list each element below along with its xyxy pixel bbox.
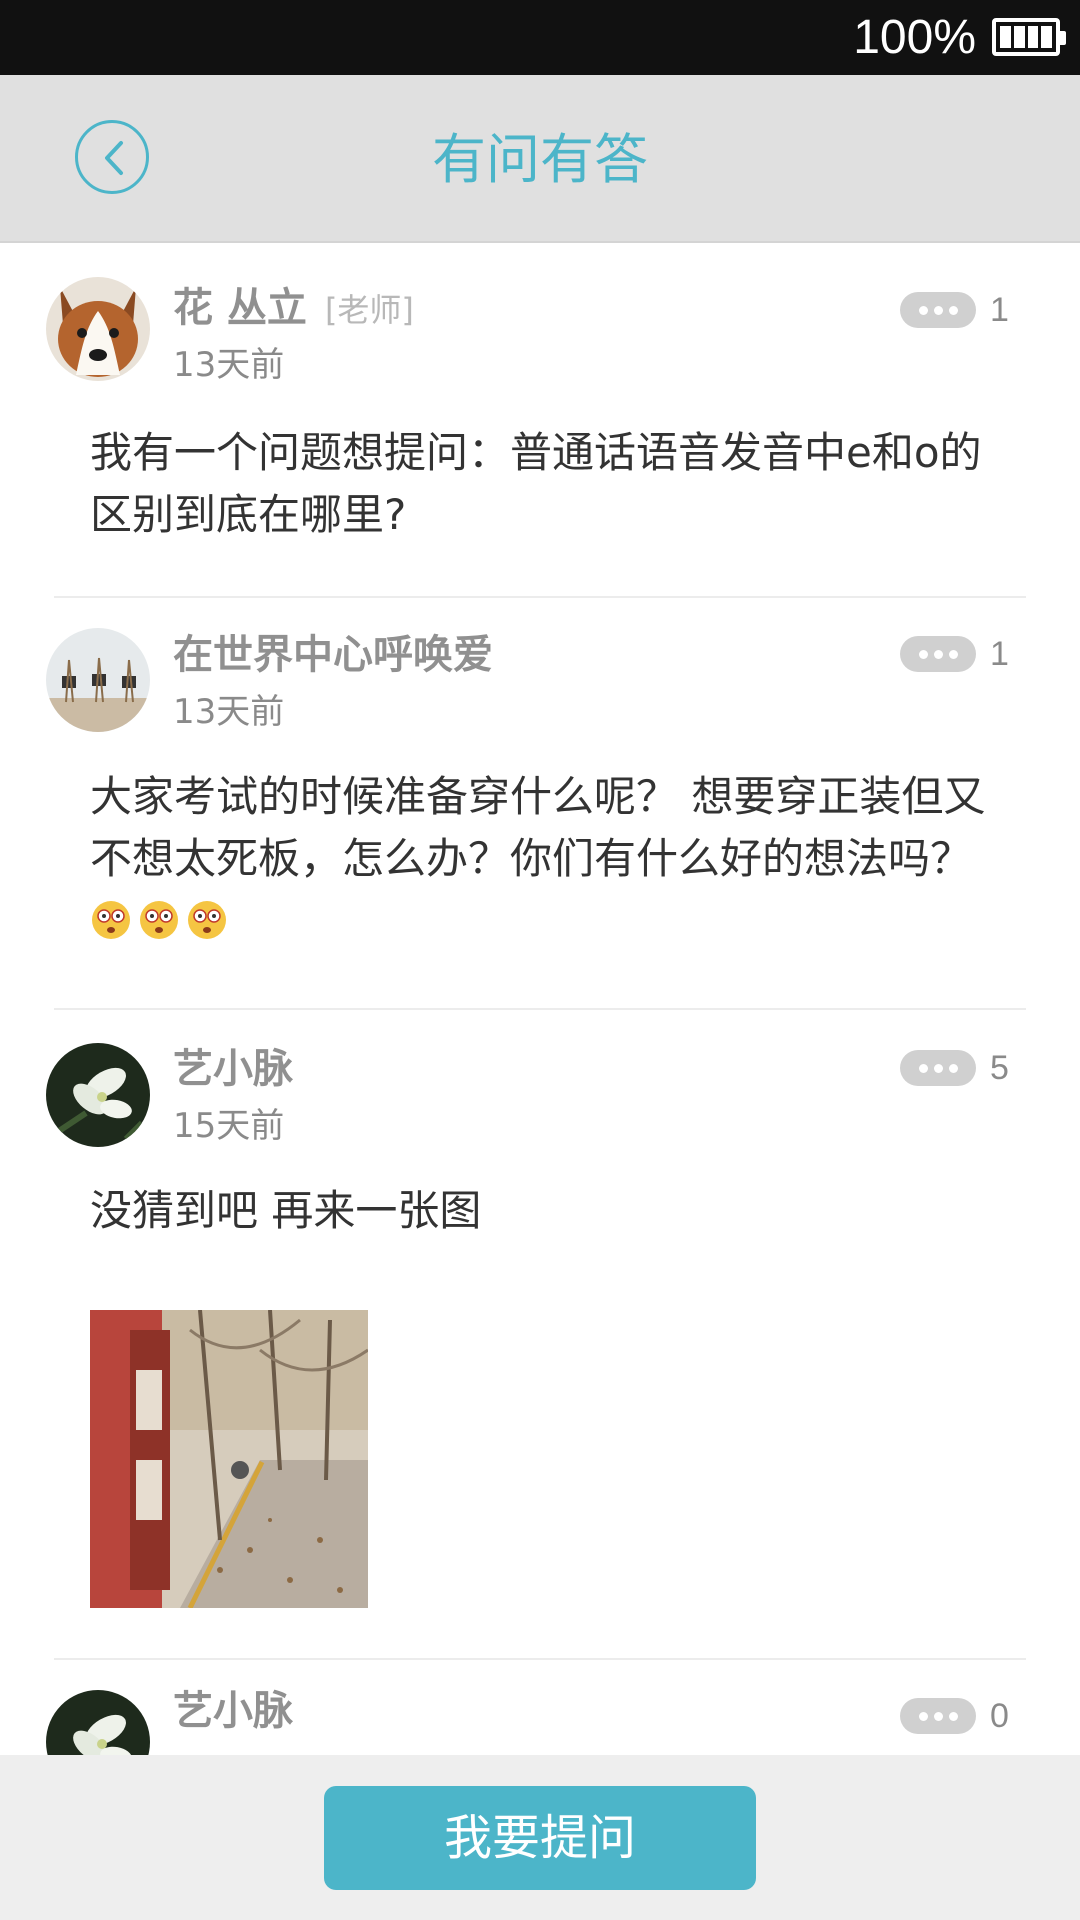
avatar[interactable] <box>46 1043 150 1147</box>
attached-photo[interactable] <box>90 1310 368 1608</box>
emoji-shocked-icon <box>188 901 226 939</box>
reply-bubble-icon <box>900 1698 976 1734</box>
username[interactable]: 在世界中心呼唤爱 <box>173 630 493 680</box>
reply-bubble-icon <box>900 1050 976 1086</box>
username[interactable]: 艺小脉 <box>173 1044 293 1094</box>
role-tag: [老师] <box>324 291 414 329</box>
question-item[interactable]: 花 丛立 [老师] 13天前 1 我有一个问题想提问：普通话语音发音中e和o的区别… <box>0 243 1080 598</box>
post-time: 13天前 <box>173 345 285 385</box>
username-text: 花 丛立 <box>173 285 307 331</box>
username[interactable]: 花 丛立 [老师] <box>173 283 414 335</box>
question-item[interactable]: 艺小脉 0 <box>0 1660 1080 1755</box>
emoji-shocked-icon <box>92 901 130 939</box>
question-list[interactable]: 花 丛立 [老师] 13天前 1 我有一个问题想提问：普通话语音发音中e和o的区别… <box>0 243 1080 1755</box>
question-text: 没猜到吧 再来一张图 <box>90 1186 482 1235</box>
question-text: 大家考试的时候准备穿什么呢？ 想要穿正装但又不想太死板，怎么办？你们有什么好的想… <box>90 766 1000 952</box>
battery-icon <box>992 18 1066 56</box>
reply-count: 1 <box>990 635 1009 673</box>
question-item[interactable]: 在世界中心呼唤爱 13天前 1 大家考试的时候准备穿什么呢？ 想要穿正装但又不想… <box>0 598 1080 1010</box>
ask-question-button[interactable]: 我要提问 <box>324 1786 756 1890</box>
avatar[interactable] <box>46 1690 150 1755</box>
emoji-shocked-icon <box>140 901 178 939</box>
question-text-body: 大家考试的时候准备穿什么呢？ 想要穿正装但又不想太死板，怎么办？你们有什么好的想… <box>90 772 986 883</box>
page-title: 有问有答 <box>432 128 648 191</box>
status-bar: 100% <box>0 0 1080 75</box>
reply-count: 5 <box>990 1049 1009 1087</box>
avatar[interactable] <box>46 277 150 381</box>
reply-bubble-icon <box>900 636 976 672</box>
reply-bubble-icon <box>900 292 976 328</box>
post-time: 15天前 <box>173 1106 285 1146</box>
battery-percent: 100% <box>853 11 976 64</box>
header-bar: 有问有答 <box>0 75 1080 243</box>
bottom-bar: 我要提问 <box>0 1755 1080 1920</box>
avatar[interactable] <box>46 628 150 732</box>
question-text: 我有一个问题想提问：普通话语音发音中e和o的区别到底在哪里? <box>90 428 982 539</box>
post-time: 13天前 <box>173 692 285 732</box>
username[interactable]: 艺小脉 <box>173 1686 293 1736</box>
question-item[interactable]: 艺小脉 15天前 5 没猜到吧 再来一张图 <box>0 1010 1080 1660</box>
reply-count: 1 <box>990 291 1009 329</box>
reply-count: 0 <box>990 1697 1009 1735</box>
